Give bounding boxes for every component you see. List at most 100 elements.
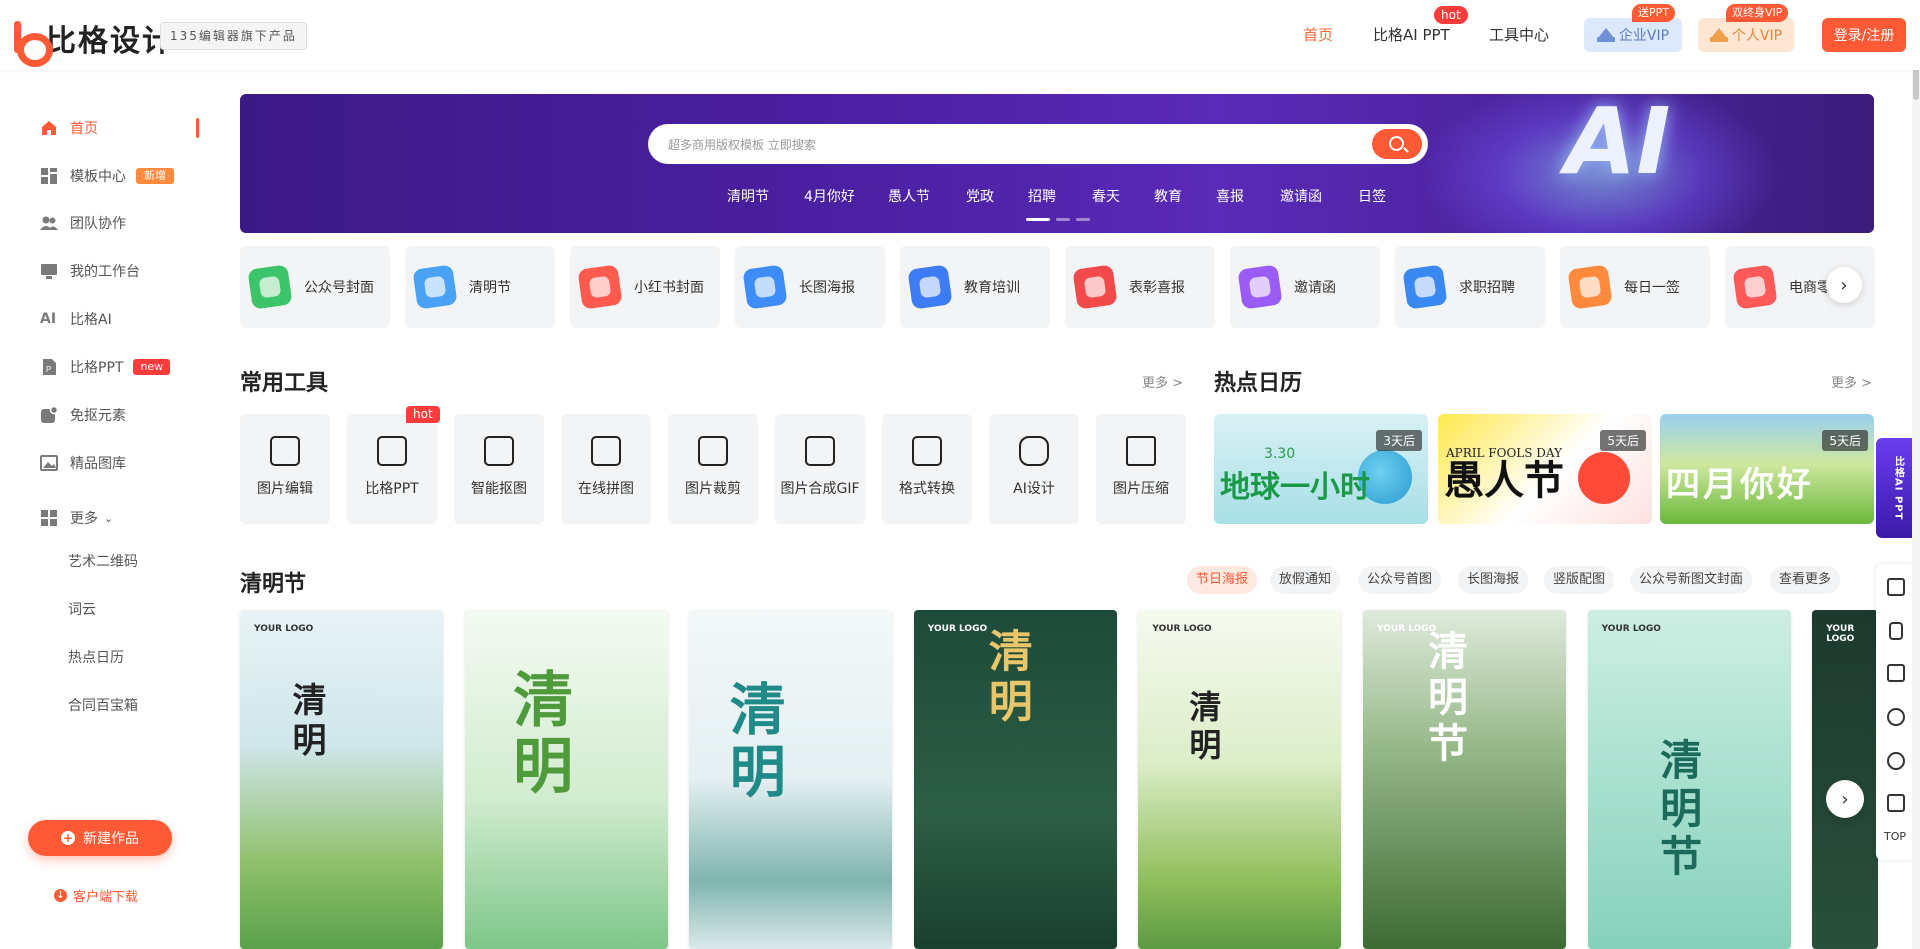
poster-card[interactable]: YOUR LOGO清明	[913, 610, 1117, 949]
sidebar-item-templates[interactable]: 模板中心 新增	[40, 162, 174, 190]
nav-tool-center[interactable]: 工具中心	[1489, 24, 1549, 45]
search-input[interactable]: 超多商用版权模板 立即搜索	[648, 124, 1428, 164]
hot-tag[interactable]: 党政	[966, 186, 994, 206]
calendar-days-badge: 5天后	[1600, 430, 1646, 451]
qingming-tab[interactable]: 公众号首图	[1358, 566, 1442, 594]
phone-icon[interactable]	[1889, 622, 1903, 640]
tool-card[interactable]: AI设计	[989, 414, 1079, 524]
category-card[interactable]: 教育培训	[900, 246, 1050, 328]
qingming-tab[interactable]: 公众号新图文封面	[1630, 566, 1753, 594]
logo[interactable]: 比格设计	[12, 16, 174, 67]
sidebar-item-more[interactable]: 更多 ⌄	[40, 504, 113, 532]
poster-card[interactable]: YOUR LOGO 清明节	[1587, 610, 1791, 949]
crown-icon	[1709, 28, 1728, 42]
qingming-tab[interactable]: 长图海报	[1458, 566, 1529, 594]
poster-card[interactable]: YOUR LOGO清明	[1138, 610, 1342, 949]
scrollbar-track[interactable]	[1912, 0, 1920, 949]
carousel-dot[interactable]	[1056, 218, 1070, 221]
tool-card[interactable]: 智能抠图	[454, 414, 544, 524]
hot-tag[interactable]: 喜报	[1216, 186, 1244, 206]
chat-icon[interactable]	[1887, 752, 1905, 770]
hot-tag[interactable]: 教育	[1154, 186, 1182, 206]
category-icon	[1567, 264, 1613, 310]
tool-label: 图片编辑	[257, 481, 313, 497]
carousel-dot[interactable]	[1026, 218, 1050, 221]
sidebar-item-ppt[interactable]: P 比格PPT new	[40, 353, 171, 381]
qingming-tab[interactable]: 放假通知	[1270, 566, 1341, 594]
sidebar-sub-contract[interactable]: 合同百宝箱	[68, 695, 138, 715]
poster-card[interactable]: YOUR LOGO 清明节	[1363, 610, 1566, 949]
calendar-card-april-fools[interactable]: APRIL FOOLS DAY 愚人节 5天后	[1438, 414, 1652, 524]
poster-card[interactable]: 清明	[689, 610, 893, 949]
nav-ai-ppt[interactable]: 比格AI PPT	[1373, 24, 1450, 45]
calendar-card-april-hello[interactable]: 四月你好 5天后	[1660, 414, 1874, 524]
poster-card[interactable]: 清明	[464, 610, 668, 949]
personal-vip-button[interactable]: 个人VIP	[1698, 18, 1794, 52]
tool-card[interactable]: 在线拼图	[561, 414, 651, 524]
monitor-icon[interactable]	[1887, 664, 1905, 682]
qingming-tab[interactable]: 查看更多	[1770, 566, 1841, 594]
hot-tag[interactable]: 邀请函	[1280, 186, 1322, 206]
sidebar-sub-wordcloud[interactable]: 词云	[68, 599, 96, 619]
sidebar-item-home[interactable]: 首页	[40, 114, 98, 142]
category-card[interactable]: 表彰喜报	[1065, 246, 1215, 328]
sidebar-sub-qrcode[interactable]: 艺术二维码	[68, 551, 138, 571]
tools-more-link[interactable]: 更多 >	[1142, 372, 1183, 391]
login-button[interactable]: 登录/注册	[1822, 18, 1906, 52]
hot-tag[interactable]: 愚人节	[888, 186, 930, 206]
sidebar-item-label: 更多	[70, 511, 98, 527]
plus-icon: +	[61, 831, 75, 845]
poster-card[interactable]: YOUR LOGO清明	[240, 610, 443, 949]
sidebar-item-elements[interactable]: 免抠元素	[40, 401, 126, 429]
sidebar-sub-calendar[interactable]: 热点日历	[68, 647, 124, 667]
sidebar-item-gallery[interactable]: 精品图库	[40, 449, 126, 477]
tool-card[interactable]: 格式转换	[882, 414, 972, 524]
feedback-icon[interactable]	[1887, 794, 1905, 812]
hot-tag[interactable]: 4月你好	[804, 186, 855, 206]
poster-logo: YOUR LOGO	[1601, 624, 1661, 634]
category-card[interactable]: 公众号封面	[240, 246, 390, 328]
new-work-button[interactable]: + 新建作品	[28, 820, 172, 856]
calendar-days-badge: 3天后	[1376, 430, 1422, 451]
headset-icon[interactable]	[1887, 708, 1905, 726]
hot-tag[interactable]: 招聘	[1028, 186, 1056, 206]
hot-tag[interactable]: 清明节	[727, 186, 769, 206]
calendar-more-link[interactable]: 更多 >	[1831, 372, 1872, 391]
ppt-doc-icon[interactable]	[1887, 578, 1905, 596]
poster-next-button[interactable]: ›	[1826, 780, 1864, 818]
hot-tag[interactable]: 春天	[1092, 186, 1120, 206]
qingming-tab[interactable]: 节日海报	[1187, 566, 1258, 594]
search-button[interactable]	[1372, 129, 1422, 159]
calendar-card-earth-hour[interactable]: 3.30 地球一小时 3天后	[1214, 414, 1428, 524]
back-to-top-button[interactable]: TOP	[1884, 830, 1906, 843]
ai-icon: AI	[40, 311, 57, 327]
category-label: 表彰喜报	[1129, 280, 1185, 296]
qingming-tab[interactable]: 竖版配图	[1544, 566, 1615, 594]
grid-icon	[40, 167, 58, 185]
tool-card[interactable]: 图片压缩	[1096, 414, 1186, 524]
sidebar-item-ai[interactable]: AI 比格AI	[40, 305, 112, 333]
enterprise-vip-button[interactable]: 企业VIP	[1584, 18, 1682, 52]
nav-home[interactable]: 首页	[1303, 24, 1333, 45]
category-next-button[interactable]: ›	[1826, 267, 1862, 303]
tool-card[interactable]: 图片裁剪	[668, 414, 758, 524]
sidebar-item-label: 我的工作台	[70, 264, 140, 280]
category-card[interactable]: 清明节	[405, 246, 555, 328]
client-download-link[interactable]: ↓ 客户端下载	[54, 886, 138, 905]
sidebar-item-team[interactable]: 团队协作	[40, 209, 126, 237]
category-card[interactable]: 小红书封面	[570, 246, 720, 328]
category-icon	[577, 264, 623, 310]
tool-card[interactable]: 图片编辑	[240, 414, 330, 524]
qingming-title: 清明节	[240, 572, 307, 597]
calendar-card-text: 愚人节	[1444, 458, 1564, 504]
category-card[interactable]: 邀请函	[1230, 246, 1380, 328]
carousel-dot[interactable]	[1076, 218, 1090, 221]
sidebar-item-workspace[interactable]: 我的工作台	[40, 257, 140, 285]
category-card[interactable]: 长图海报	[735, 246, 885, 328]
compress-icon	[1126, 436, 1156, 466]
category-card[interactable]: 每日一签	[1560, 246, 1710, 328]
tool-card[interactable]: 比格PPT	[347, 414, 437, 524]
tool-card[interactable]: 图片合成GIF	[775, 414, 865, 524]
hot-tag[interactable]: 日签	[1358, 186, 1386, 206]
category-card[interactable]: 求职招聘	[1395, 246, 1545, 328]
